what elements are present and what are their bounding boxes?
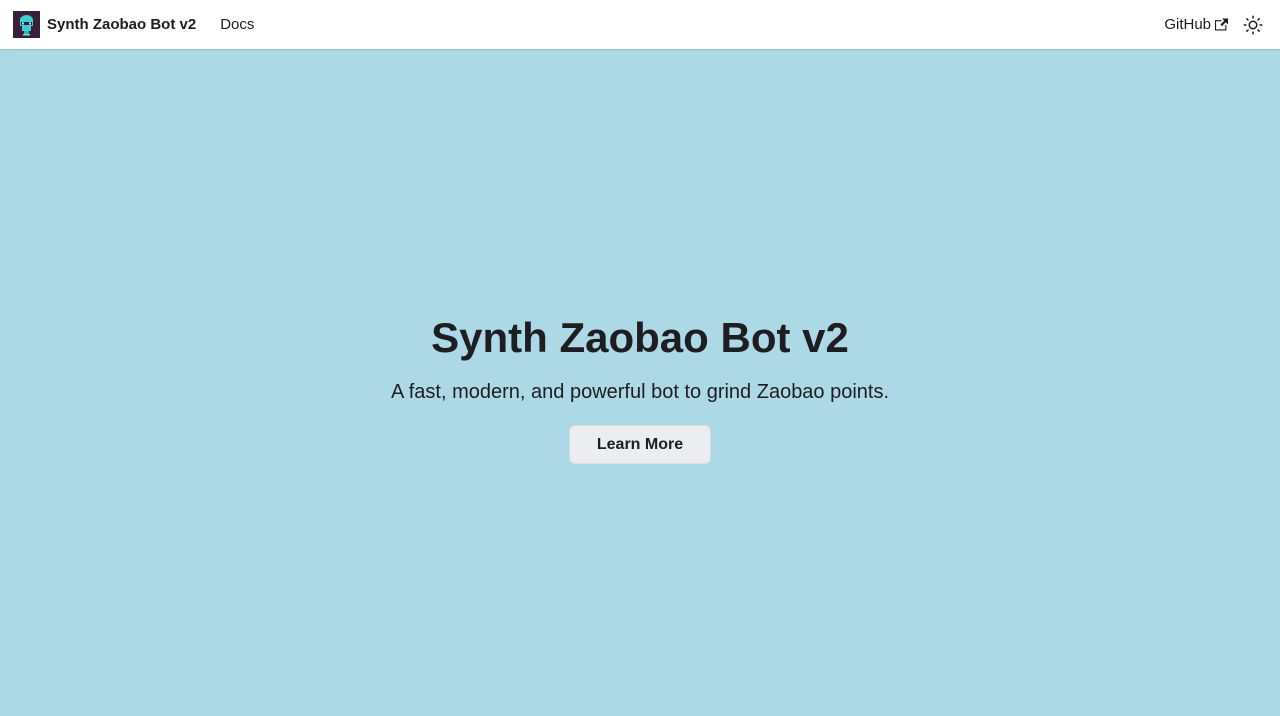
hero-section: Synth Zaobao Bot v2 A fast, modern, and … xyxy=(0,49,1280,716)
brand-title: Synth Zaobao Bot v2 xyxy=(47,16,197,33)
brand-link[interactable]: Synth Zaobao Bot v2 xyxy=(13,11,196,38)
hero-title: Synth Zaobao Bot v2 xyxy=(431,314,849,361)
learn-more-button[interactable]: Learn More xyxy=(569,425,711,464)
external-link-icon xyxy=(1215,18,1228,31)
sun-icon xyxy=(1243,15,1263,34)
robot-logo-icon xyxy=(13,11,40,38)
github-link[interactable]: GitHub xyxy=(1164,16,1228,33)
github-link-label: GitHub xyxy=(1164,16,1211,33)
theme-toggle-button[interactable] xyxy=(1242,14,1264,36)
nav-link-docs[interactable]: Docs xyxy=(220,16,254,33)
top-navbar: Synth Zaobao Bot v2 Docs GitHub xyxy=(0,0,1280,49)
hero-subtitle: A fast, modern, and powerful bot to grin… xyxy=(390,381,890,403)
